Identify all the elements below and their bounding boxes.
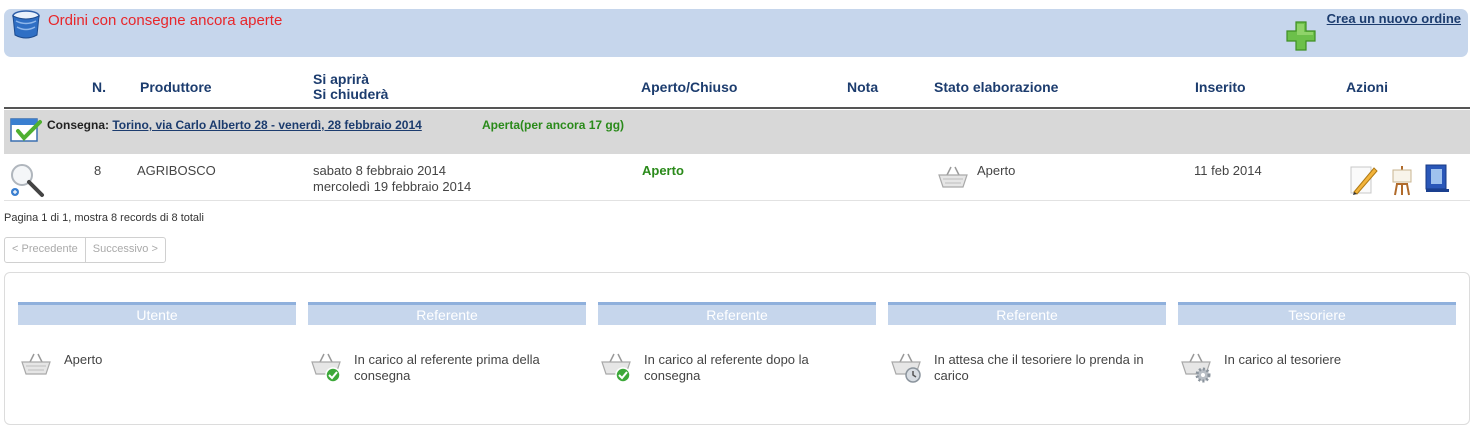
basket-icon — [10, 7, 42, 46]
row-chiusura: mercoledì 19 febbraio 2014 — [313, 179, 472, 194]
next-page-button[interactable]: Successivo > — [84, 238, 165, 262]
plus-icon[interactable] — [1285, 20, 1317, 52]
new-order-action[interactable]: Crea un nuovo ordine — [1285, 10, 1461, 52]
legend-role-referente-1: Referente — [308, 302, 586, 325]
basket-check-icon — [600, 350, 634, 389]
book-icon[interactable] — [1423, 163, 1451, 198]
header-divider — [4, 107, 1470, 109]
basket-icon — [20, 350, 52, 383]
column-header-produttore: Produttore — [140, 79, 212, 95]
column-header-stato: Stato elaborazione — [934, 79, 1059, 95]
row-inserito: 11 feb 2014 — [1194, 163, 1262, 178]
new-order-link[interactable]: Crea un nuovo ordine — [1327, 11, 1461, 26]
row-apertura: sabato 8 febbraio 2014 — [313, 163, 446, 178]
basket-clock-icon — [890, 350, 924, 389]
basket-check-icon — [310, 350, 344, 389]
column-header-inserito: Inserito — [1195, 79, 1246, 95]
row-n: 8 — [94, 163, 102, 178]
basket-gear-icon — [1180, 350, 1214, 389]
pager: < Precedente Successivo > — [4, 237, 166, 263]
legend-text-1: Aperto — [64, 352, 103, 367]
legend-text-3: In carico al referente dopo la consegna — [644, 352, 809, 383]
delivery-link[interactable]: Torino, via Carlo Alberto 28 - venerdì, … — [112, 118, 421, 132]
magnify-icon[interactable] — [9, 162, 45, 203]
row-produttore: AGRIBOSCO — [137, 163, 216, 178]
legend-text-4: In attesa che il tesoriere lo prenda in … — [934, 352, 1144, 383]
legend-role-referente-3: Referente — [888, 302, 1166, 325]
easel-icon[interactable] — [1391, 164, 1413, 201]
column-header-si-chiudera: Si chiuderà — [313, 86, 389, 102]
legend-role-referente-2: Referente — [598, 302, 876, 325]
row-aperto-chiuso: Aperto — [642, 163, 684, 178]
column-header-azioni: Azioni — [1346, 79, 1388, 95]
delivery-group-row — [4, 110, 1470, 154]
legend-text-2: In carico al referente prima della conse… — [354, 352, 540, 383]
page-title: Ordini con consegne ancora aperte — [48, 12, 283, 29]
column-header-nota: Nota — [847, 79, 879, 95]
status-legend-panel — [4, 272, 1470, 425]
calendar-check-icon — [10, 116, 42, 149]
row-divider — [4, 200, 1470, 201]
column-header-si-aprira: Si aprirà — [313, 71, 370, 87]
basket-icon — [937, 163, 969, 196]
row-stato: Aperto — [977, 163, 1016, 178]
delivery-label: Consegna: Torino, via Carlo Alberto 28 -… — [47, 118, 422, 132]
delivery-status: Aperta(per ancora 17 gg) — [482, 118, 625, 132]
delivery-prefix: Consegna: — [47, 118, 110, 132]
legend-text-5: In carico al tesoriere — [1224, 352, 1342, 367]
prev-page-button[interactable]: < Precedente — [5, 238, 85, 262]
legend-role-tesoriere: Tesoriere — [1178, 302, 1456, 325]
pagination-info: Pagina 1 di 1, mostra 8 records di 8 tot… — [4, 212, 204, 224]
legend-role-utente: Utente — [18, 302, 296, 325]
column-header-n: N. — [92, 79, 106, 95]
column-header-aperto-chiuso: Aperto/Chiuso — [641, 79, 738, 95]
pencil-icon[interactable] — [1348, 162, 1378, 201]
